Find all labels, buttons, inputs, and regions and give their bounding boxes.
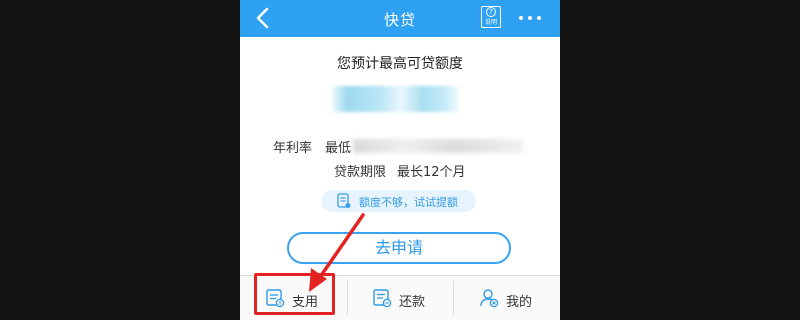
raise-limit-button[interactable]: 额度不够，试试提额 [321,190,476,212]
more-dots-icon [528,16,532,20]
annual-rate-label: 年利率 [273,141,313,156]
more-dots-icon [537,16,541,20]
credit-limit-title: 您预计最高可贷额度 [337,56,463,72]
tab-profile[interactable]: 我的 [453,276,559,320]
tab-profile-label: 我的 [506,295,533,310]
tab-repay[interactable]: 还款 [347,276,453,320]
raise-limit-text: 额度不够，试试提额 [359,196,458,209]
header-bar: 快贷 ? 说明 [240,0,560,37]
more-dots-icon [519,16,523,20]
tab-repay-label: 还款 [399,295,426,310]
credit-amount-blurred [332,86,458,112]
repay-icon [373,289,392,308]
help-symbol: ? [486,7,496,17]
phone-screen: 快贷 ? 说明 您预计最高可贷额度 年利率 最低 贷款期限 最长12个月 额度不… [240,0,560,320]
annotation-highlight-box [254,273,335,315]
loan-term-value: 最长12个月 [397,165,466,180]
annual-rate-value: 最低 [325,141,352,156]
loan-term-label: 贷款期限 [334,165,387,180]
apply-button[interactable]: 去申请 [287,232,511,264]
document-icon [337,193,351,208]
help-button[interactable]: ? 说明 [481,6,503,30]
profile-icon [480,289,499,308]
annual-rate-blurred [353,139,523,153]
page-title: 快贷 [383,11,416,29]
more-button[interactable] [515,8,545,28]
help-label: 说明 [484,19,497,26]
